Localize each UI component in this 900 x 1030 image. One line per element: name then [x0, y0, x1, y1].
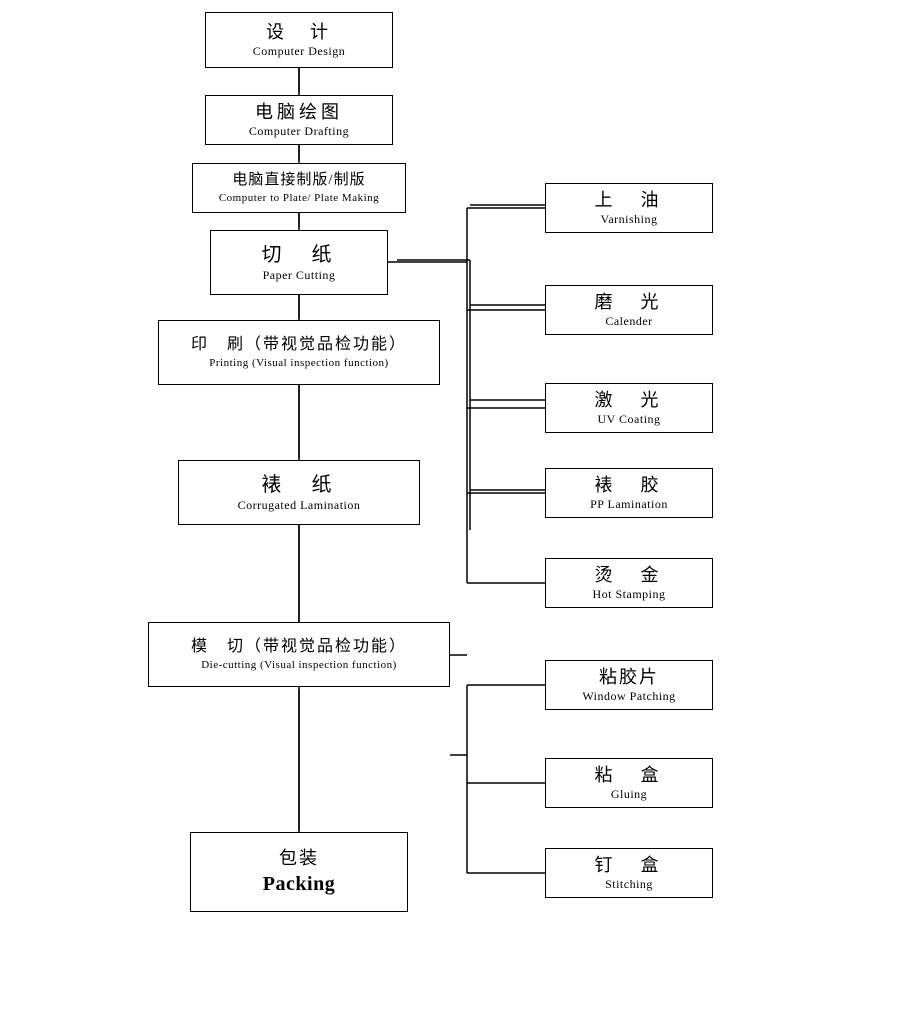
- hot-stamping-node: 烫 金 Hot Stamping: [545, 558, 713, 608]
- printing-cn: 印 刷（带视觉品检功能）: [191, 335, 407, 356]
- paper-cutting-en: Paper Cutting: [263, 268, 336, 284]
- varnishing-cn: 上 油: [595, 189, 664, 212]
- pp-lamination-node: 裱 胶 PP Lamination: [545, 468, 713, 518]
- calender-cn: 磨 光: [595, 291, 664, 314]
- calender-en: Calender: [605, 314, 652, 330]
- corrugated-en: Corrugated Lamination: [238, 498, 361, 514]
- uv-coating-node: 激 光 UV Coating: [545, 383, 713, 433]
- window-patching-node: 粘胶片 Window Patching: [545, 660, 713, 710]
- plate-making-node: 电脑直接制版/制版 Computer to Plate/ Plate Makin…: [192, 163, 406, 213]
- process-diagram: 设 计 Computer Design 电脑绘图 Computer Drafti…: [0, 0, 900, 1030]
- window-patching-cn: 粘胶片: [599, 666, 659, 689]
- computer-drafting-cn: 电脑绘图: [255, 101, 343, 124]
- computer-drafting-node: 电脑绘图 Computer Drafting: [205, 95, 393, 145]
- stitching-en: Stitching: [605, 877, 653, 893]
- window-patching-en: Window Patching: [582, 689, 675, 705]
- paper-cutting-cn: 切 纸: [262, 242, 337, 268]
- calender-node: 磨 光 Calender: [545, 285, 713, 335]
- corrugated-cn: 裱 纸: [262, 472, 337, 498]
- computer-design-node: 设 计 Computer Design: [205, 12, 393, 68]
- pp-lamination-en: PP Lamination: [590, 497, 668, 513]
- gluing-en: Gluing: [611, 787, 647, 803]
- varnishing-node: 上 油 Varnishing: [545, 183, 713, 233]
- plate-making-cn: 电脑直接制版/制版: [232, 171, 365, 191]
- paper-cutting-node: 切 纸 Paper Cutting: [210, 230, 388, 295]
- hot-stamping-en: Hot Stamping: [592, 587, 665, 603]
- pp-lamination-cn: 裱 胶: [595, 474, 664, 497]
- varnishing-en: Varnishing: [601, 212, 658, 228]
- stitching-cn: 钉 盒: [595, 854, 664, 877]
- computer-design-en: Computer Design: [253, 44, 346, 60]
- die-cutting-node: 模 切（带视觉品检功能） Die-cutting (Visual inspect…: [148, 622, 450, 687]
- die-cutting-cn: 模 切（带视觉品检功能）: [191, 637, 407, 658]
- hot-stamping-cn: 烫 金: [595, 564, 664, 587]
- gluing-node: 粘 盒 Gluing: [545, 758, 713, 808]
- plate-making-en: Computer to Plate/ Plate Making: [219, 191, 379, 205]
- packing-node: 包装 Packing: [190, 832, 408, 912]
- flow-connectors: [0, 0, 900, 1030]
- connector-lines: [0, 0, 900, 1030]
- packing-en: Packing: [263, 871, 335, 897]
- computer-drafting-en: Computer Drafting: [249, 124, 349, 140]
- computer-design-cn: 设 计: [266, 21, 332, 44]
- uv-coating-cn: 激 光: [595, 389, 664, 412]
- packing-cn: 包装: [279, 847, 319, 870]
- printing-en: Printing (Visual inspection function): [209, 356, 388, 370]
- die-cutting-en: Die-cutting (Visual inspection function): [201, 658, 397, 672]
- corrugated-node: 裱 纸 Corrugated Lamination: [178, 460, 420, 525]
- stitching-node: 钉 盒 Stitching: [545, 848, 713, 898]
- printing-node: 印 刷（带视觉品检功能） Printing (Visual inspection…: [158, 320, 440, 385]
- uv-coating-en: UV Coating: [597, 412, 660, 428]
- gluing-cn: 粘 盒: [595, 764, 664, 787]
